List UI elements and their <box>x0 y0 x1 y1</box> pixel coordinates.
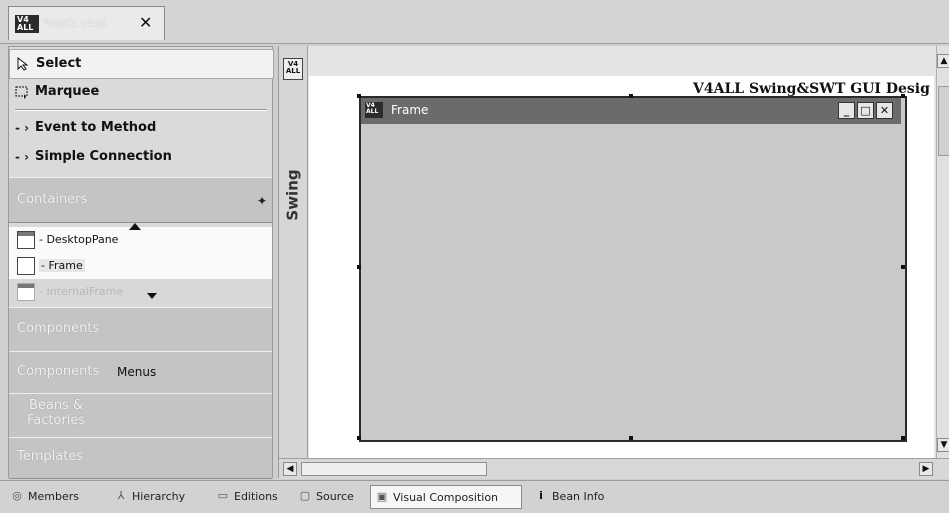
editor-tab[interactable]: V4 ALL *test2.v4all ✕ <box>8 6 165 40</box>
close-icon[interactable]: ✕ <box>139 13 152 33</box>
horizontal-scroll-thumb[interactable] <box>301 462 487 476</box>
simple-connection-label: Simple Connection <box>35 149 172 164</box>
tab-source-label: Source <box>316 490 354 503</box>
drawer-components-menus[interactable]: Components Menus <box>9 351 272 395</box>
editor-tab-title: *test2.v4all <box>43 17 107 30</box>
desktoppane-icon <box>17 231 35 249</box>
drawer-menus-label: Menus <box>117 365 157 379</box>
frame-titlebar[interactable]: V4 ALL Frame _ □ ✕ <box>361 98 901 124</box>
tab-hierarchy[interactable]: ⅄ Hierarchy <box>110 485 206 509</box>
info-icon: i <box>539 489 543 502</box>
editor-tab-strip: V4 ALL *test2.v4all ✕ <box>0 0 949 44</box>
drawer-menus-label-faded: Components <box>17 364 100 379</box>
tab-visual-composition-label: Visual Composition <box>393 491 499 504</box>
tab-source[interactable]: ▢ Source <box>294 485 366 509</box>
editions-icon: ▭ <box>217 489 229 502</box>
resize-handle[interactable] <box>357 436 361 440</box>
drawer-containers-label: Containers <box>17 192 88 207</box>
resize-handle[interactable] <box>357 265 361 269</box>
resize-handle[interactable] <box>901 436 905 440</box>
marquee-icon <box>15 86 28 99</box>
tab-visual-composition[interactable]: ▣ Visual Composition <box>370 485 522 509</box>
select-tool[interactable]: Select <box>9 49 274 79</box>
horizontal-scrollbar[interactable]: ◀ ▶ <box>279 458 949 479</box>
scroll-down-icon[interactable]: ▼ <box>937 438 949 452</box>
drawer-beans-factories[interactable]: Beans & Factories <box>9 393 272 439</box>
minimize-icon[interactable]: _ <box>838 102 855 119</box>
list-item-internalframe[interactable]: - InternalFrame <box>9 279 272 305</box>
vertical-scrollbar[interactable]: ▲ ▼ <box>936 46 949 458</box>
resize-handle[interactable] <box>629 94 633 98</box>
vertical-scroll-thumb[interactable] <box>938 86 949 156</box>
arrow-cursor-icon <box>17 57 29 71</box>
design-title: V4ALL Swing&SWT GUI Desig <box>693 81 930 97</box>
list-item-label: - InternalFrame <box>39 285 124 298</box>
list-item-desktoppane[interactable]: - DesktopPane <box>9 227 272 253</box>
hierarchy-icon: ⅄ <box>117 489 125 502</box>
marquee-tool[interactable]: Marquee <box>9 78 272 106</box>
tab-editions-label: Editions <box>234 490 278 503</box>
design-surface[interactable]: V4ALL Swing&SWT GUI Desig V4 ALL Frame _ … <box>309 76 934 464</box>
connection-arrow-icon: - › <box>15 150 30 164</box>
bottom-tab-bar: ◎ Members ⅄ Hierarchy ▭ Editions ▢ Sourc… <box>0 480 949 513</box>
visual-composition-canvas: V4 ALL Swing V4ALL Swing&SWT GUI Desig V4… <box>278 46 949 479</box>
drawer-components-label: Components <box>17 321 100 336</box>
frame-icon <box>17 257 35 275</box>
visual-composition-icon: ▣ <box>376 490 388 503</box>
tab-editions[interactable]: ▭ Editions <box>212 485 288 509</box>
scroll-up-icon[interactable]: ▲ <box>937 54 949 68</box>
drawer-containers[interactable]: Containers ✦ <box>9 177 272 223</box>
list-item-frame[interactable]: - Frame <box>9 253 272 279</box>
drawer-templates-label: Templates <box>17 449 84 464</box>
pin-icon[interactable]: ✦ <box>257 194 267 208</box>
marquee-tool-label: Marquee <box>35 84 100 99</box>
close-icon[interactable]: ✕ <box>876 102 893 119</box>
v4all-logo-icon: V4 ALL <box>283 58 303 80</box>
drawer-components[interactable]: Components <box>9 307 272 353</box>
palette: Select Marquee - › Event to Method - › S… <box>8 46 274 479</box>
swing-category-tab[interactable]: Swing <box>281 166 305 226</box>
drawer-beans-label: Beans & Factories <box>27 398 86 428</box>
tab-hierarchy-label: Hierarchy <box>132 490 186 503</box>
swing-category-label: Swing <box>283 169 302 221</box>
scroll-left-icon[interactable]: ◀ <box>283 462 297 476</box>
frame-component[interactable]: V4 ALL Frame _ □ ✕ <box>359 96 907 442</box>
v4all-logo-icon: V4 ALL <box>15 15 39 33</box>
select-tool-label: Select <box>36 56 82 71</box>
tab-members-label: Members <box>28 490 79 503</box>
scroll-up-icon[interactable] <box>129 223 141 230</box>
scroll-right-icon[interactable]: ▶ <box>919 462 933 476</box>
list-item-label: - Frame <box>39 259 85 272</box>
simple-connection-tool[interactable]: - › Simple Connection <box>9 143 272 171</box>
resize-handle[interactable] <box>357 94 361 98</box>
drawer-templates[interactable]: Templates <box>9 437 272 479</box>
event-to-method-label: Event to Method <box>35 120 157 135</box>
frame-title: Frame <box>391 103 429 117</box>
tab-bean-info[interactable]: i Bean Info <box>530 485 626 509</box>
internalframe-icon <box>17 283 35 301</box>
tab-members[interactable]: ◎ Members <box>6 485 102 509</box>
list-item-label: - DesktopPane <box>39 233 119 246</box>
scroll-down-icon[interactable] <box>147 293 157 299</box>
event-to-method-tool[interactable]: - › Event to Method <box>9 114 272 142</box>
connection-arrow-icon: - › <box>15 121 30 135</box>
resize-handle[interactable] <box>901 265 905 269</box>
container-list: - DesktopPane - Frame - InternalFrame <box>9 227 272 305</box>
maximize-icon[interactable]: □ <box>857 102 874 119</box>
v4all-logo-icon: V4 ALL <box>365 102 383 118</box>
source-icon: ▢ <box>299 489 311 502</box>
resize-handle[interactable] <box>629 436 633 440</box>
tab-bean-info-label: Bean Info <box>552 490 605 503</box>
palette-divider <box>15 109 267 111</box>
resize-handle[interactable] <box>901 94 905 98</box>
category-rail: V4 ALL Swing <box>279 46 308 458</box>
members-icon: ◎ <box>12 489 22 502</box>
